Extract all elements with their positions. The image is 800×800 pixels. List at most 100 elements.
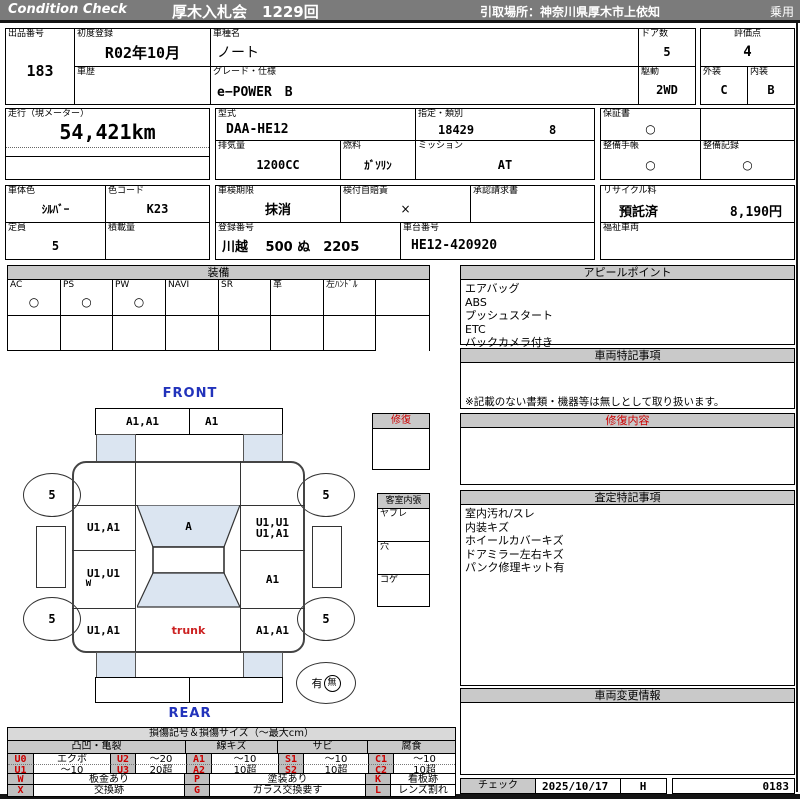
legend-code: C1	[369, 754, 394, 765]
displacement-value: 1200CC	[256, 157, 300, 172]
doors-cell: ドア数 5	[638, 28, 696, 67]
registration-cell: 登録番号 川越 500 ぬ 2205	[215, 222, 401, 260]
assessment-item: ドアミラー左右キズ	[465, 547, 564, 561]
legend-value: 交換跡	[34, 785, 185, 796]
pickup-place: 引取場所：神奈川県厚木市上依知	[480, 5, 661, 19]
legend-value: ～10	[394, 754, 455, 765]
vehicle-class: 乗用	[769, 5, 794, 19]
warranty-value: ○	[645, 122, 656, 136]
grade-cell: グレード・仕様 e−POWER B	[210, 66, 639, 105]
approval-cell: 承認請求書	[470, 185, 595, 223]
interior-grade-value: B	[767, 83, 775, 97]
legend-code: U0	[8, 754, 34, 765]
registration-value: 川越 500 ぬ 2205	[222, 240, 360, 255]
history-value	[75, 76, 210, 104]
warranty-blank-cell	[700, 108, 795, 141]
color-code-value: K23	[146, 201, 169, 216]
equipment-row-1: AC ○ PS ○ PW ○ NAVI SR 革 左ﾊﾝﾄﾞﾙ	[8, 280, 429, 316]
legend-value: ガラス交換要す	[210, 785, 366, 796]
model-name-cell: 車種名 ノート	[210, 28, 639, 67]
load-cell: 積載量	[105, 222, 210, 260]
doors-value: 5	[663, 45, 671, 59]
legend-group-corrosion: 腐食	[368, 741, 455, 753]
header-bar: Condition Check 厚木入札会 1229回 引取場所：神奈川県厚木市…	[0, 0, 800, 21]
appeal-body: エアバッグ ABS プッシュスタート ETC バックカメラ付き	[461, 280, 794, 352]
appeal-item: ABS	[465, 295, 487, 309]
cabin-row-hole: 穴	[378, 541, 429, 574]
vehicle-notes-section: 車両特記事項 ※記載のない書類・機器等は無しとして取り扱います。	[460, 348, 795, 409]
interior-grade-cell: 内装 B	[747, 66, 795, 105]
class-label: 指定・類別	[418, 109, 464, 119]
repair-mark-box: 修復	[372, 413, 430, 470]
service-record-cell: 整備記録 ○	[700, 140, 795, 180]
tire-front-right: 5	[297, 473, 355, 517]
equipment-empty-cell	[61, 316, 113, 351]
legend-code: K	[366, 774, 391, 785]
equipment-empty-cell	[219, 316, 271, 351]
inspection-value: 抹消	[264, 203, 291, 218]
spare-tire-badge: 有 無	[296, 662, 356, 704]
rear-bumper-divider	[189, 678, 190, 702]
equipment-value-pw: ○	[133, 295, 145, 309]
recycle-label: リサイクル料	[603, 186, 657, 196]
class-cell: 指定・類別 18429 8	[415, 108, 595, 141]
cabin-row-tear-label: ヤブレ	[380, 509, 408, 519]
equipment-cell-sr: SR	[219, 280, 271, 316]
check-number: 0183	[762, 780, 790, 793]
legend-group-scratch: 線キズ	[186, 741, 278, 753]
legend-code: W	[8, 774, 34, 785]
class-value-2: 8	[549, 123, 557, 137]
header-divider	[0, 20, 800, 23]
legend-code: A1	[187, 754, 212, 765]
approval-value	[471, 195, 594, 222]
service-record-value: ○	[742, 157, 753, 172]
mileage-cell: 走行（現メーター） 54,421km	[5, 108, 210, 180]
cabin-row-hole-label: 穴	[380, 542, 390, 552]
insurance-cell: 検付自賠責 ×	[340, 185, 471, 223]
damage-left-front-door: U1,A1	[86, 521, 121, 534]
roof-shape	[152, 546, 225, 574]
equipment-value-sr	[219, 289, 270, 315]
legend-group-dents: 凸凹・亀裂	[8, 741, 186, 753]
inspection-cell: 車検期限 抹消	[215, 185, 341, 223]
welfare-cell: 福祉車両	[600, 222, 795, 260]
damage-right-rear-door: A1	[265, 572, 280, 586]
damage-left-rear-door-mark: W	[85, 579, 92, 589]
class-value-1: 18429	[438, 123, 475, 137]
equipment-title: 装備	[8, 266, 429, 280]
cabin-row-burn: コゲ	[378, 574, 429, 608]
rear-window-shape	[137, 572, 240, 608]
damage-legend-groups: 凸凹・亀裂 線キズ サビ 腐食	[8, 741, 455, 753]
headlight-left	[96, 434, 136, 462]
appeal-item: エアバッグ	[465, 282, 520, 295]
check-label-cell: チェック	[460, 778, 536, 794]
change-info-body	[461, 703, 794, 707]
exterior-grade-value: C	[720, 83, 728, 97]
front-label: FRONT	[162, 386, 218, 401]
equipment-value-lhd	[324, 289, 375, 315]
damage-windshield: A	[185, 519, 192, 533]
legend-value: 塗装あり	[210, 774, 366, 785]
equipment-empty-cell	[113, 316, 166, 351]
assessment-item: ホイールカバーキズ	[465, 534, 564, 547]
grade-value: e−POWER B	[217, 84, 293, 100]
assessment-title: 査定特記事項	[461, 491, 794, 505]
rear-label: REAR	[168, 706, 212, 721]
equipment-value-ac: ○	[28, 295, 40, 309]
legend-value: ～10	[304, 754, 369, 765]
model-code-cell: 型式 DAA-HE12	[215, 108, 416, 141]
legend-value: 板金あり	[34, 774, 185, 785]
appeal-item: プッシュスタート	[465, 309, 553, 322]
assessment-section: 査定特記事項 室内汚れ/スレ 内装キズ ホイールカバーキズ ドアミラー左右キズ …	[460, 490, 795, 686]
equipment-row-2	[8, 315, 429, 351]
service-book-cell: 整備手帳 ○	[600, 140, 701, 180]
transmission-cell: ミッション AT	[415, 140, 595, 180]
trunk-label: trunk	[171, 624, 206, 637]
damage-front-bumper-right: A1	[205, 415, 219, 428]
auction-condition-sheet: Condition Check 厚木入札会 1229回 引取場所：神奈川県厚木市…	[0, 0, 800, 800]
legend-code: S1	[279, 754, 304, 765]
sheet-right-border	[796, 23, 798, 792]
assessment-item: 室内汚れ/スレ	[465, 507, 535, 520]
fuel-cell: 燃料 ｶﾞｿﾘﾝ	[340, 140, 416, 180]
insurance-value: ×	[400, 201, 411, 216]
